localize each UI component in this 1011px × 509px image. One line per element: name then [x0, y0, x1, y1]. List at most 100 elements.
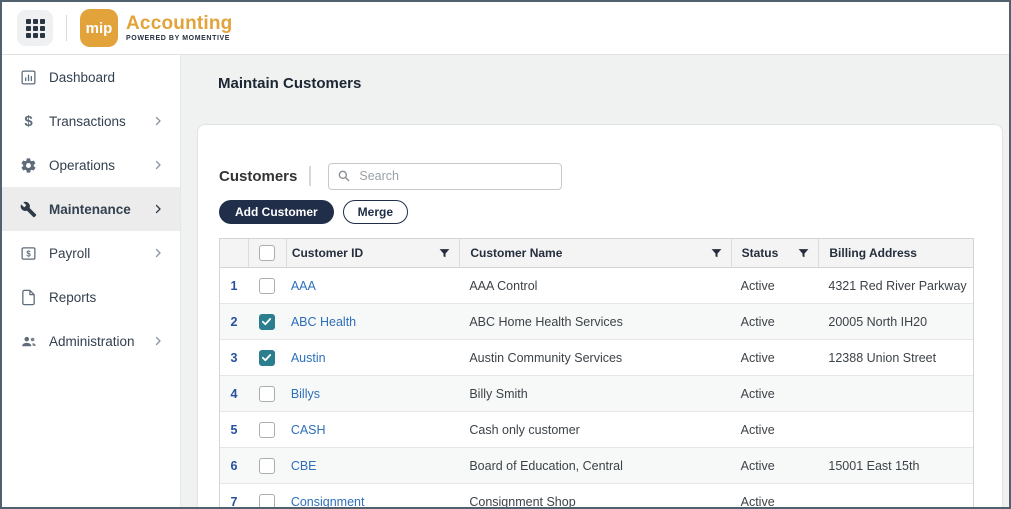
customers-card: Customers Add Customer Merge: [197, 124, 1003, 507]
billing-address-cell: 20005 North IH20: [818, 304, 973, 339]
customer-name-cell-text: Austin Community Services: [469, 351, 622, 365]
row-number: 3: [230, 351, 237, 365]
row-number-cell: 4: [220, 376, 248, 411]
billing-address-cell: 12388 Union Street: [818, 340, 973, 375]
column-header-status: Status: [731, 239, 819, 267]
filter-icon[interactable]: [438, 247, 451, 260]
row-checkbox[interactable]: [259, 494, 275, 508]
row-checkbox[interactable]: [259, 422, 275, 438]
sidebar-item-label: Administration: [49, 334, 152, 349]
customer-name-cell: Board of Education, Central: [459, 448, 730, 483]
app-title: Accounting: [126, 14, 233, 33]
customer-id-cell: Consignment: [286, 484, 460, 507]
row-number-cell: 2: [220, 304, 248, 339]
status-cell-text: Active: [741, 423, 775, 437]
customer-id-link[interactable]: Austin: [291, 351, 326, 365]
customer-name-cell-text: Consignment Shop: [469, 495, 575, 508]
status-cell-text: Active: [741, 495, 775, 508]
app-tagline: POWERED BY MOMENTIVE: [126, 35, 233, 42]
column-header-label: Status: [742, 246, 779, 260]
row-checkbox-cell: [248, 412, 286, 447]
customer-name-cell-text: Board of Education, Central: [469, 459, 623, 473]
search-icon: [337, 169, 351, 183]
status-cell-text: Active: [741, 315, 775, 329]
customer-id-link[interactable]: Consignment: [291, 495, 365, 508]
status-cell: Active: [731, 484, 819, 507]
sidebar-item-transactions[interactable]: $Transactions: [2, 99, 180, 143]
dollar-icon: $: [19, 112, 38, 131]
customer-id-link[interactable]: CASH: [291, 423, 326, 437]
add-customer-button[interactable]: Add Customer: [219, 200, 334, 224]
row-number: 4: [230, 387, 237, 401]
sidebar-item-label: Payroll: [49, 246, 152, 261]
chevron-right-icon: [152, 335, 164, 347]
sidebar-item-maintenance[interactable]: Maintenance: [2, 187, 180, 231]
customer-id-link[interactable]: AAA: [291, 279, 316, 293]
customer-name-cell: Cash only customer: [459, 412, 730, 447]
table-header-row: Customer IDCustomer NameStatusBilling Ad…: [220, 239, 973, 268]
status-cell: Active: [731, 376, 819, 411]
row-number-cell: 1: [220, 268, 248, 303]
sidebar-item-dashboard[interactable]: Dashboard: [2, 55, 180, 99]
status-cell: Active: [731, 412, 819, 447]
sidebar-item-label: Maintenance: [49, 202, 152, 217]
column-header-customer-id: Customer ID: [286, 239, 460, 267]
row-checkbox-cell: [248, 376, 286, 411]
page-title: Maintain Customers: [218, 75, 1003, 92]
customer-id-link[interactable]: ABC Health: [291, 315, 356, 329]
row-number-cell: 6: [220, 448, 248, 483]
row-number: 6: [230, 459, 237, 473]
customer-id-link[interactable]: CBE: [291, 459, 317, 473]
table-row: 7ConsignmentConsignment ShopActive: [220, 484, 973, 507]
row-checkbox-cell: [248, 448, 286, 483]
row-checkbox-cell: [248, 304, 286, 339]
filter-icon[interactable]: [797, 247, 810, 260]
sidebar-item-reports[interactable]: Reports: [2, 275, 180, 319]
header-checkbox-cell: [248, 239, 286, 267]
mip-logo: mip: [80, 9, 118, 47]
people-icon: [19, 332, 38, 351]
billing-address-cell-text: 15001 East 15th: [828, 459, 919, 473]
row-checkbox[interactable]: [259, 386, 275, 402]
billing-address-cell: 15001 East 15th: [818, 448, 973, 483]
select-all-checkbox[interactable]: [259, 245, 275, 261]
billing-address-cell: 4321 Red River Parkway: [818, 268, 973, 303]
payroll-icon: $: [19, 244, 38, 263]
billing-address-cell: [818, 376, 973, 411]
merge-button[interactable]: Merge: [343, 200, 408, 224]
customers-table: Customer IDCustomer NameStatusBilling Ad…: [219, 238, 974, 507]
status-cell: Active: [731, 268, 819, 303]
filter-icon[interactable]: [710, 247, 723, 260]
column-header-label: Customer Name: [470, 246, 562, 260]
sidebar-item-label: Operations: [49, 158, 152, 173]
customer-id-link[interactable]: Billys: [291, 387, 320, 401]
row-checkbox-cell: [248, 340, 286, 375]
billing-address-cell: [818, 484, 973, 507]
customer-name-cell: ABC Home Health Services: [459, 304, 730, 339]
gear-icon: [19, 156, 38, 175]
chevron-right-icon: [152, 203, 164, 215]
column-header-label: Customer ID: [292, 246, 363, 260]
app-launcher-button[interactable]: [17, 10, 53, 46]
search-input[interactable]: [359, 169, 553, 183]
customer-name-cell: Billy Smith: [459, 376, 730, 411]
row-checkbox[interactable]: [259, 350, 275, 366]
table-row: 2 ABC Health ABC Home Health Services Activ…: [220, 304, 973, 340]
row-checkbox[interactable]: [259, 314, 275, 330]
row-number: 1: [230, 279, 237, 293]
status-cell-text: Active: [741, 459, 775, 473]
dashboard-icon: [19, 68, 38, 87]
billing-address-cell-text: 12388 Union Street: [828, 351, 936, 365]
sidebar-item-operations[interactable]: Operations: [2, 143, 180, 187]
sidebar-item-administration[interactable]: Administration: [2, 319, 180, 363]
sidebar: Dashboard$Transactions Operations Maintena…: [2, 55, 181, 507]
row-checkbox[interactable]: [259, 458, 275, 474]
table-row: 4 Billys Billy SmithActive: [220, 376, 973, 412]
app-window: mip Accounting POWERED BY MOMENTIVE Dash…: [0, 0, 1011, 509]
status-cell-text: Active: [741, 351, 775, 365]
grid-icon: [26, 19, 45, 38]
row-checkbox[interactable]: [259, 278, 275, 294]
customer-id-cell: Austin: [286, 340, 460, 375]
sidebar-item-payroll[interactable]: $ Payroll: [2, 231, 180, 275]
chevron-right-icon: [152, 159, 164, 171]
